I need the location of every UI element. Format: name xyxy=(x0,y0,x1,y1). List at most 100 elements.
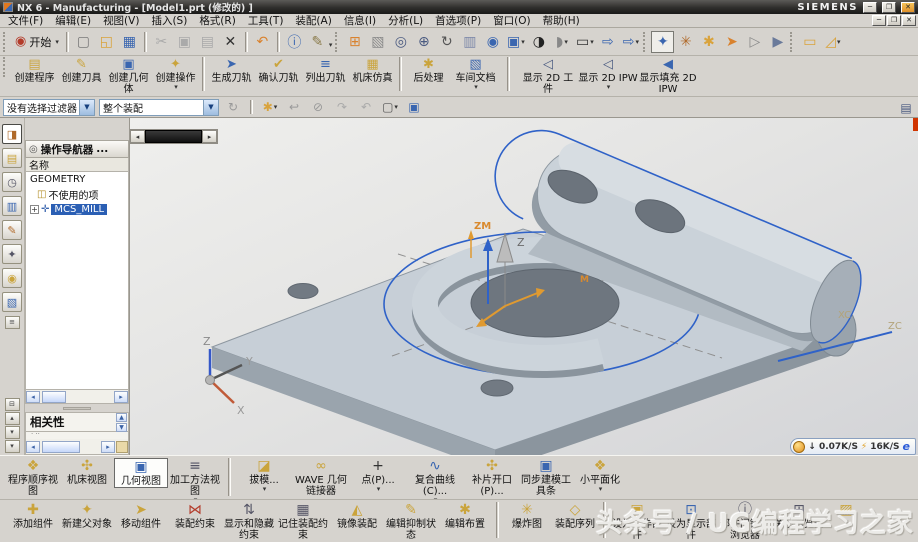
close-button[interactable]: ✕ xyxy=(901,2,915,13)
face-analysis-button[interactable]: ◗ xyxy=(550,31,573,53)
save-button[interactable]: ▦ xyxy=(118,31,141,53)
cut-button[interactable]: ✂ xyxy=(150,31,173,53)
minimize-button[interactable]: ─ xyxy=(863,2,877,13)
rotate-view-button[interactable]: ↻ xyxy=(435,31,458,53)
measure-angle-button[interactable]: ◿ xyxy=(821,31,844,53)
plate-hole[interactable] xyxy=(288,284,318,299)
generate-toolpath-button[interactable]: ➤ 生成刀轨 xyxy=(208,57,255,94)
undo-button[interactable]: ↶ xyxy=(251,31,274,53)
navigator-hscrollbar[interactable]: ◂ ▸ xyxy=(25,390,129,404)
edge-panel-button[interactable]: ▤ xyxy=(896,99,916,117)
scroll-down-button-alt[interactable]: ▾ xyxy=(5,440,20,453)
plate-hole[interactable] xyxy=(481,380,513,396)
perspective-button[interactable]: ◉ xyxy=(481,31,504,53)
create-geometry-button[interactable]: ▣ 创建几何体 xyxy=(105,57,152,95)
scroll-right-icon[interactable]: ▸ xyxy=(114,391,128,403)
scroll-up-icon[interactable]: ▲ xyxy=(116,413,127,422)
zoom-in-button[interactable]: ⊕ xyxy=(412,31,435,53)
chevron-down-icon[interactable]: ▼ xyxy=(79,100,94,115)
wave-geometry-linker-button[interactable]: ∞ WAVE 几何链接器 xyxy=(291,458,351,497)
show-filled-2d-ipw-button[interactable]: ◀ 显示填充 2D IPW xyxy=(638,57,698,97)
menu-edit[interactable]: 编辑(E) xyxy=(49,13,97,28)
scroll-down-icon[interactable]: ▼ xyxy=(116,423,127,432)
toolbar-grip[interactable] xyxy=(335,32,340,52)
machine-simulation-button[interactable]: ▦ 机床仿真 xyxy=(349,57,396,94)
dock-toggle-button[interactable]: ⊟ xyxy=(5,398,20,411)
scrollbar-thumb[interactable] xyxy=(42,441,80,453)
clip-section-alt-button[interactable]: ⇨ xyxy=(619,31,642,53)
navigator-more[interactable]: ... xyxy=(96,143,108,155)
scroll-down-button[interactable]: ▾ xyxy=(5,426,20,439)
scroll-up-button[interactable]: ▴ xyxy=(5,412,20,425)
toolbar-grip[interactable] xyxy=(790,32,795,52)
assembly-navigator-tab[interactable]: ▤ xyxy=(2,148,22,168)
panel-drag-handle[interactable] xyxy=(25,404,129,412)
geometry-view-button[interactable]: ▣ 几何视图 xyxy=(114,458,168,488)
restore-button[interactable]: ❐ xyxy=(882,2,896,13)
machining-method-view-button[interactable]: ≡ 加工方法视图 xyxy=(168,458,222,500)
verify-toolpath-button[interactable]: ✔ 确认刀轨 xyxy=(255,57,302,94)
pan-view-button[interactable]: ▥ xyxy=(458,31,481,53)
set-work-part-button[interactable]: ▣ 设为工作部件 xyxy=(610,502,664,541)
clip-section-button[interactable]: ⇨ xyxy=(596,31,619,53)
show-2d-workpiece-button[interactable]: ◁ 显示 2D 工件 xyxy=(518,57,578,97)
blank-style-button[interactable]: ▭ xyxy=(573,31,596,53)
assembly-sequence-button[interactable]: ◇ 装配序列 xyxy=(551,502,599,530)
new-parent-button[interactable]: ✦ 新建父对象 xyxy=(60,502,114,530)
facet-body-button[interactable]: ❖ 小平面化 xyxy=(573,458,627,494)
assembly-constraints-button[interactable]: ⋈ 装配约束 xyxy=(168,502,222,530)
set-displayed-part-button[interactable]: ⊡ 设为显示部件 xyxy=(664,502,718,541)
scroll-left-icon[interactable]: ◂ xyxy=(130,130,145,143)
start-button[interactable]: ◉ 开始 xyxy=(11,33,63,51)
dependencies-section[interactable]: 相关性 ▲ ▼ xyxy=(25,412,129,432)
roles-tab[interactable]: ✎ xyxy=(2,220,22,240)
navigator-tree[interactable]: GEOMETRY ◫ 不使用的项 + ✛ MCS_MILL xyxy=(25,172,129,390)
scroll-left-icon[interactable]: ◂ xyxy=(26,391,40,403)
toolbar-grip[interactable] xyxy=(3,32,8,52)
obscured-button[interactable]: ▨ xyxy=(826,502,866,527)
select-pointer-button[interactable]: ▷ xyxy=(743,31,766,53)
create-operation-button[interactable]: ✦ 创建操作 xyxy=(152,57,199,94)
selection-filter-select[interactable]: 没有选择过滤器 ▼ xyxy=(3,99,95,116)
synchronous-modeling-button[interactable]: ▣ 同步建模工具条 xyxy=(519,458,573,497)
orient-csys-button[interactable]: ✦ xyxy=(651,31,674,53)
users-tab[interactable]: ◉ xyxy=(2,268,22,288)
menu-insert[interactable]: 插入(S) xyxy=(145,13,193,28)
menu-assemblies[interactable]: 装配(A) xyxy=(289,13,337,28)
create-program-button[interactable]: ▤ 创建程序 xyxy=(11,57,58,94)
menu-file[interactable]: 文件(F) xyxy=(2,13,49,28)
scrollbar-thumb[interactable] xyxy=(42,391,66,403)
gallery-tab[interactable]: ▧ xyxy=(2,292,22,312)
viewport-hscrollbar[interactable]: ◂ ▸ xyxy=(130,129,218,144)
doc-close-button[interactable]: ✕ xyxy=(902,15,916,26)
menu-window[interactable]: 窗口(O) xyxy=(487,13,536,28)
chevron-down-icon[interactable]: ▼ xyxy=(203,100,218,115)
part-navigator-tab[interactable]: ▥ xyxy=(2,196,22,216)
dropdown-arrow-icon[interactable]: ▾ xyxy=(329,41,333,49)
edit-arrangement-button[interactable]: ✱ 编辑布置 xyxy=(438,502,492,530)
mirror-assembly-button[interactable]: ◭ 镜像装配 xyxy=(330,502,384,530)
doc-restore-button[interactable]: ❐ xyxy=(887,15,901,26)
open-folder-button[interactable]: ◱ xyxy=(95,31,118,53)
deselect-all-button[interactable]: ⊘ xyxy=(308,98,328,116)
tree-row-unused-items[interactable]: ◫ 不使用的项 xyxy=(26,187,128,202)
center-pocket[interactable] xyxy=(471,269,619,337)
add-component-button[interactable]: ✚ 添加组件 xyxy=(6,502,60,530)
magnifier-button[interactable]: ◎ xyxy=(389,31,412,53)
solid-body-filter-button[interactable]: ▣ xyxy=(404,98,424,116)
menu-view[interactable]: 视图(V) xyxy=(97,13,145,28)
interpart-link-button[interactable]: ✱ xyxy=(697,31,720,53)
constraint-network-button[interactable]: ✳ xyxy=(674,31,697,53)
redo-curve-button[interactable]: ↷ xyxy=(332,98,352,116)
select-pointer-alt-button[interactable]: ▶ xyxy=(766,31,789,53)
copy-button[interactable]: ▣ xyxy=(173,31,196,53)
dependencies-hscrollbar[interactable]: ◂ ▸ xyxy=(25,439,129,455)
move-component-button[interactable]: ➤ xyxy=(720,31,743,53)
move-component-button[interactable]: ➤ 移动组件 xyxy=(114,502,168,530)
menu-tools[interactable]: 工具(T) xyxy=(242,13,290,28)
graphics-viewport[interactable]: ◂ ▸ xyxy=(130,118,918,455)
scroll-right-icon[interactable]: ▸ xyxy=(202,130,217,143)
create-tool-button[interactable]: ✎ 创建刀具 xyxy=(58,57,105,94)
fit-view-button[interactable]: ⊞ xyxy=(343,31,366,53)
history-tab[interactable]: ◷ xyxy=(2,172,22,192)
